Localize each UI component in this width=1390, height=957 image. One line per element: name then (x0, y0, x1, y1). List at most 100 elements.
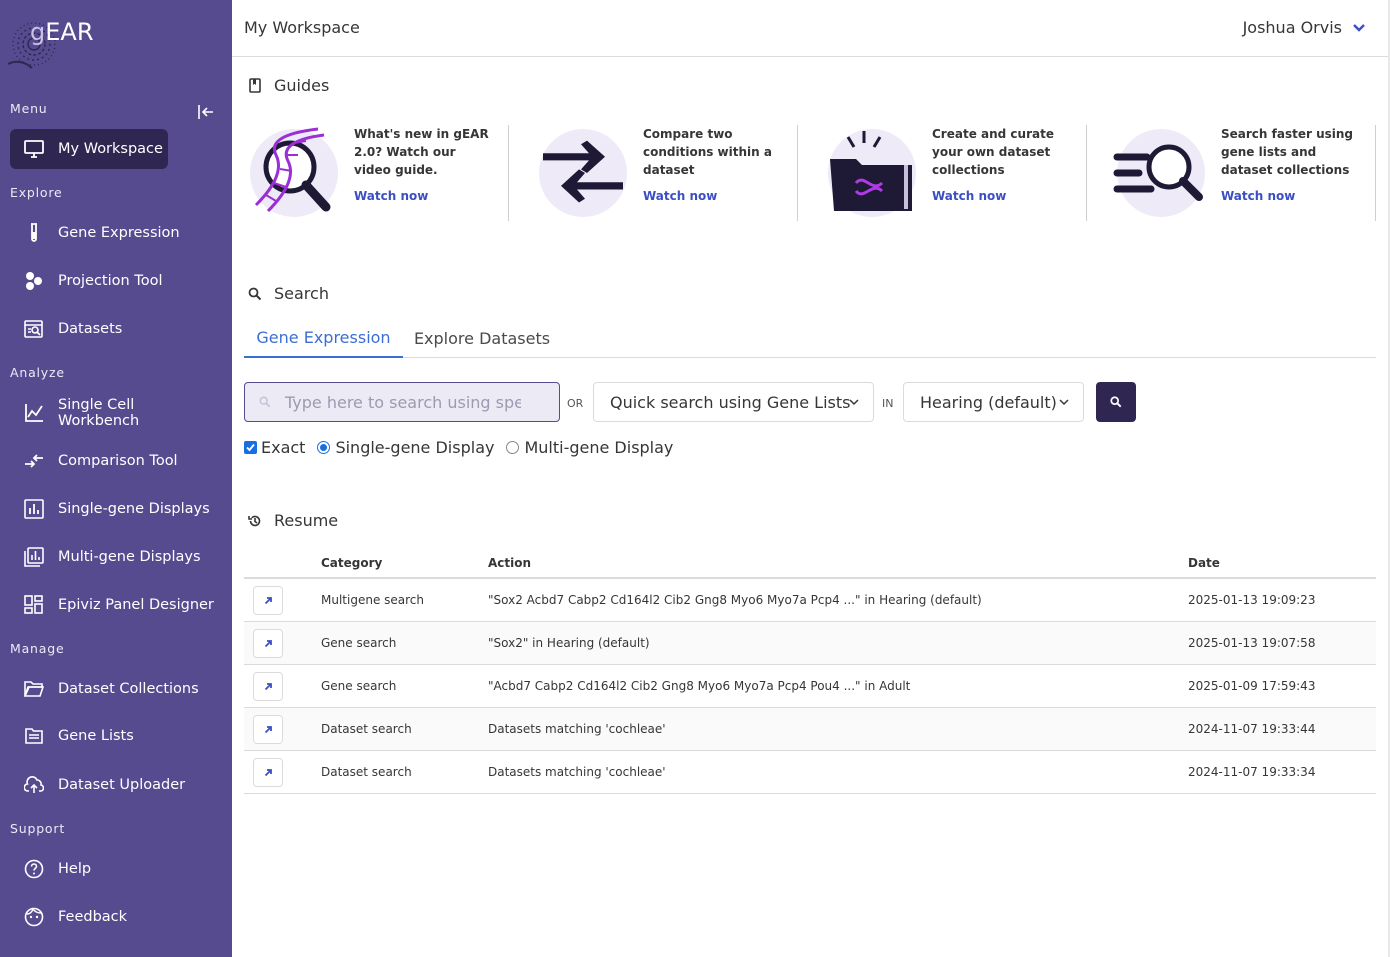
test-tube-icon (23, 222, 45, 244)
collapse-sidebar-icon[interactable] (197, 103, 217, 121)
resume-header: Resume (248, 511, 338, 530)
user-menu[interactable]: Joshua Orvis (1243, 18, 1366, 37)
gene-list-select[interactable]: Quick search using Gene Lists (593, 382, 874, 422)
search-button[interactable] (1096, 382, 1136, 422)
multi-gene-radio[interactable]: Multi-gene Display (506, 438, 673, 457)
radio-unselected-icon (506, 441, 520, 454)
cell-date: 2025-01-13 19:09:23 (1188, 593, 1316, 607)
open-link-button[interactable] (253, 758, 283, 787)
sidebar-item-my-workspace[interactable]: My Workspace (10, 129, 168, 169)
open-link-button[interactable] (253, 672, 283, 701)
watch-now-link[interactable]: Watch now (932, 187, 1072, 205)
column-header-date: Date (1188, 556, 1220, 570)
sidebar-item-label: Projection Tool (58, 273, 163, 289)
sidebar-item-help[interactable]: Help (10, 849, 220, 889)
cell-category: Multigene search (321, 593, 424, 607)
guides-title: Guides (274, 76, 330, 95)
search-title: Search (274, 284, 329, 303)
cloud-upload-icon (23, 774, 45, 796)
gene-search-field[interactable] (244, 382, 560, 422)
arrow-up-right-icon (264, 683, 272, 691)
cell-action: Datasets matching 'cochleae' (488, 722, 666, 736)
gene-list-select-value: Quick search using Gene Lists (610, 392, 851, 412)
compare-arrows-icon (23, 450, 45, 472)
sidebar-item-gene-expression[interactable]: Gene Expression (10, 213, 220, 253)
open-link-button[interactable] (253, 715, 283, 744)
compare-arrows-illustration-icon (539, 129, 627, 217)
collection-select[interactable]: Hearing (default) (903, 382, 1084, 422)
sidebar-item-feedback[interactable]: Feedback (10, 897, 220, 937)
cell-category: Gene search (321, 636, 397, 650)
sidebar-item-label: Comparison Tool (58, 453, 178, 469)
logo-text: gEAR (30, 18, 94, 46)
gene-search-input[interactable] (285, 392, 521, 412)
sidebar-item-dataset-uploader[interactable]: Dataset Uploader (10, 765, 220, 805)
sidebar-item-label: Dataset Collections (58, 681, 199, 697)
sidebar-item-label: Gene Expression (58, 225, 180, 241)
help-circle-icon (23, 858, 45, 880)
watch-now-link[interactable]: Watch now (643, 187, 783, 205)
guide-divider (1375, 125, 1376, 221)
sidebar-item-multi-gene-displays[interactable]: Multi-gene Displays (10, 537, 220, 577)
sidebar-item-datasets[interactable]: Datasets (10, 309, 220, 349)
sidebar-item-label: Dataset Uploader (58, 777, 186, 793)
section-label-menu: Menu (10, 101, 48, 116)
chevron-down-icon (1059, 399, 1069, 406)
sidebar-item-projection-tool[interactable]: Projection Tool (10, 261, 220, 301)
top-navbar: My Workspace Joshua Orvis (232, 0, 1388, 57)
multi-gene-label: Multi-gene Display (524, 438, 674, 457)
sidebar-item-dataset-collections[interactable]: Dataset Collections (10, 669, 220, 709)
single-gene-radio[interactable]: Single-gene Display (317, 438, 494, 457)
arrow-up-right-icon (264, 726, 272, 734)
chevron-down-icon (849, 399, 859, 406)
watch-now-link[interactable]: Watch now (354, 187, 494, 205)
sidebar-item-epiviz-panel-designer[interactable]: Epiviz Panel Designer (10, 585, 220, 625)
table-row[interactable]: Dataset search Datasets matching 'cochle… (244, 708, 1376, 751)
collection-select-value: Hearing (default) (920, 392, 1057, 412)
exact-checkbox[interactable]: Exact (244, 438, 305, 457)
table-row[interactable]: Dataset search Datasets matching 'cochle… (244, 751, 1376, 794)
guides-header: Guides (248, 76, 329, 95)
guide-text: Compare two conditions within a dataset … (643, 125, 783, 205)
table-row[interactable]: Gene search "Sox2" in Hearing (default) … (244, 622, 1376, 665)
watch-now-link[interactable]: Watch now (1221, 187, 1361, 205)
folder-dna-icon (828, 129, 916, 217)
sidebar-item-label: Multi-gene Displays (58, 549, 201, 565)
section-label-support: Support (10, 821, 66, 836)
sidebar-item-label: Single-gene Displays (58, 501, 210, 517)
cell-date: 2025-01-13 19:07:58 (1188, 636, 1316, 650)
table-header: Category Action Date (244, 546, 1376, 579)
search-icon (248, 287, 262, 300)
cell-category: Gene search (321, 679, 397, 693)
guide-text: What's new in gEAR 2.0? Watch our video … (354, 125, 494, 205)
history-icon (248, 515, 261, 526)
tab-gene-expression[interactable]: Gene Expression (244, 318, 403, 358)
main-content: My Workspace Joshua Orvis Guides What's … (232, 0, 1390, 957)
guide-card: Search faster using gene lists and datas… (1113, 125, 1390, 221)
sidebar-item-gene-lists[interactable]: Gene Lists (10, 716, 220, 756)
guide-divider (797, 125, 798, 221)
table-row[interactable]: Multigene search "Sox2 Acbd7 Cabp2 Cd164… (244, 579, 1376, 622)
guide-text: Create and curate your own dataset colle… (932, 125, 1072, 205)
exact-label: Exact (261, 438, 306, 457)
search-icon (259, 396, 271, 408)
radio-selected-icon (317, 441, 331, 454)
sidebar-item-single-gene-displays[interactable]: Single-gene Displays (10, 489, 220, 529)
open-link-button[interactable] (253, 586, 283, 615)
sidebar-item-comparison-tool[interactable]: Comparison Tool (10, 441, 220, 481)
tab-explore-datasets[interactable]: Explore Datasets (403, 318, 561, 358)
cell-action: "Acbd7 Cabp2 Cd164l2 Cib2 Gng8 Myo6 Myo7… (488, 679, 911, 693)
book-icon (249, 77, 261, 93)
section-label-explore: Explore (10, 185, 63, 200)
open-link-button[interactable] (253, 629, 283, 658)
arrow-up-right-icon (264, 597, 272, 605)
list-search-icon (1113, 129, 1205, 217)
sidebar-item-single-cell-workbench[interactable]: Single Cell Workbench (10, 393, 220, 433)
dna-magnifier-icon (250, 127, 338, 217)
table-row[interactable]: Gene search "Acbd7 Cabp2 Cd164l2 Cib2 Gn… (244, 665, 1376, 708)
cell-date: 2024-11-07 19:33:34 (1188, 765, 1316, 779)
search-tabs: Gene Expression Explore Datasets (244, 318, 1376, 358)
cell-action: "Sox2" in Hearing (default) (488, 636, 650, 650)
search-header: Search (248, 284, 329, 303)
checkbox-checked-icon (244, 441, 257, 454)
